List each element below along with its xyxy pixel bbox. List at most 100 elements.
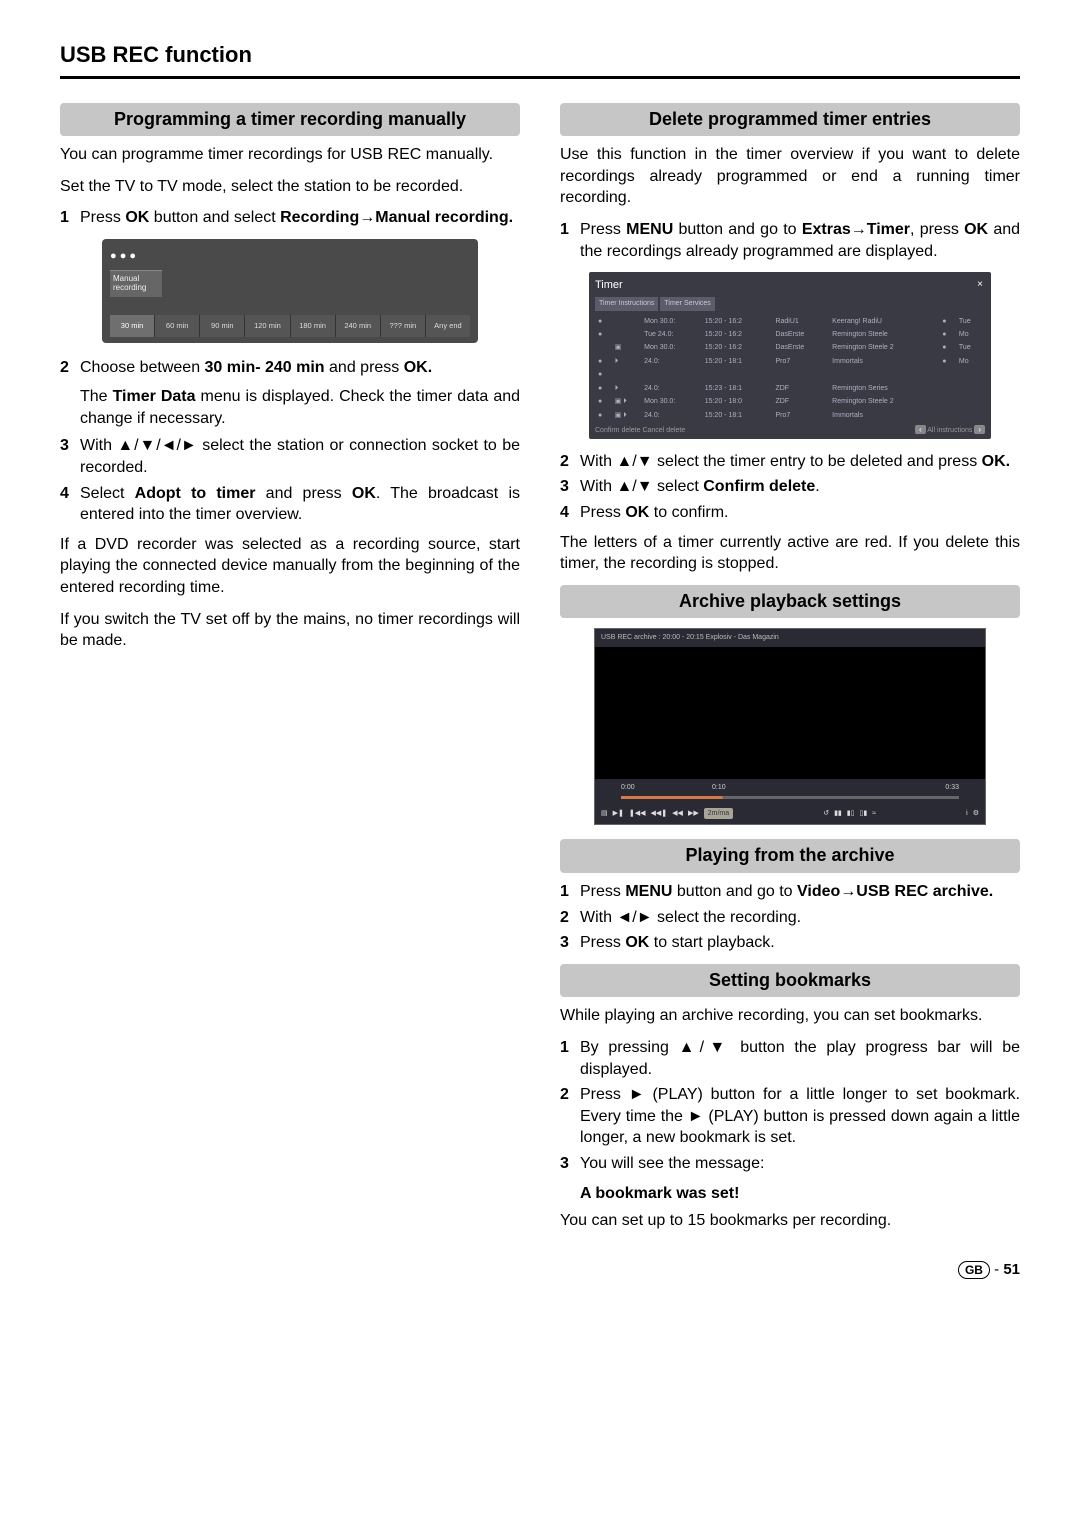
archive-progress-labels: 0:00 0:10 0:33 bbox=[595, 779, 985, 794]
t: and press bbox=[255, 485, 351, 502]
left-step-3: 3 With ▲/▼/◄/► select the station or con… bbox=[60, 435, 520, 478]
right-p2: The letters of a timer currently active … bbox=[560, 532, 1020, 575]
t: Press bbox=[580, 934, 625, 951]
title-rule bbox=[60, 76, 1020, 79]
section-playing-archive: Playing from the archive bbox=[560, 839, 1020, 873]
section-programming: Programming a timer recording manually bbox=[60, 103, 520, 137]
t: 0:00 bbox=[621, 783, 635, 792]
t: Press bbox=[580, 504, 625, 521]
t: Adopt to timer bbox=[135, 485, 256, 502]
t: Manual recording. bbox=[375, 209, 513, 226]
archive-controls: ▤ ▶❚ ❚◀◀ ◀◀❚ ◀◀ ▶▶ 2m/ma ↺ ▮▮ ▮▯ ▯▮ ≈ i … bbox=[595, 805, 985, 824]
prev-icon: ❚◀◀ bbox=[629, 809, 646, 818]
bookmark-steps: 1 By pressing ▲/▼ button the play progre… bbox=[560, 1037, 1020, 1175]
t: 0:10 bbox=[712, 783, 726, 792]
dur-120: 120 min bbox=[245, 315, 290, 337]
left-step-4: 4 Select Adopt to timer and press OK. Th… bbox=[60, 483, 520, 526]
fig-duration-row: 30 min 60 min 90 min 120 min 180 min 240… bbox=[110, 315, 470, 337]
sb-step-3: 3 You will see the message: bbox=[560, 1153, 1020, 1175]
fig-manual-label: Manual recording bbox=[110, 270, 162, 297]
t: Press bbox=[580, 883, 625, 900]
fig-manual-recording: ● ● ● Manual recording 30 min 60 min 90 … bbox=[102, 239, 478, 343]
table-row: ● bbox=[595, 368, 985, 381]
t: OK. bbox=[404, 359, 432, 376]
t: button and select bbox=[149, 209, 280, 226]
list-icon: ▤ bbox=[601, 809, 608, 818]
archive-top: USB REC archive : 20:00 - 20:15 Explosiv… bbox=[595, 629, 985, 646]
t: With ▲/▼ select the timer entry to be de… bbox=[580, 453, 982, 470]
t: Extras bbox=[802, 221, 851, 238]
dur-180: 180 min bbox=[291, 315, 336, 337]
t: Timer Data bbox=[113, 388, 196, 405]
play-icon: ▶❚ bbox=[613, 809, 624, 818]
gear-icon: ⚙ bbox=[973, 809, 979, 818]
dur-30: 30 min bbox=[110, 315, 155, 337]
table-row: ●▣ ⏵24.0:15:20 - 18:1Pro7Immortals bbox=[595, 409, 985, 422]
t: Confirm delete Cancel delete bbox=[595, 426, 685, 435]
t: Press ► (PLAY) button for a little longe… bbox=[580, 1084, 1020, 1149]
t: , press bbox=[910, 221, 964, 238]
t: Recording bbox=[280, 209, 359, 226]
t: Choose between bbox=[80, 359, 205, 376]
t: USB REC archive. bbox=[856, 883, 993, 900]
archive-progress-bar bbox=[621, 796, 959, 799]
left-step-2-sub: The Timer Data menu is displayed. Check … bbox=[80, 386, 520, 429]
t: OK bbox=[625, 934, 649, 951]
dur-60: 60 min bbox=[155, 315, 200, 337]
t: - bbox=[990, 1261, 1003, 1278]
timer-table: ●Mon 30.0:15:20 - 16:2RadiU1Keerang! Rad… bbox=[595, 315, 985, 423]
del-step-3: 3 With ▲/▼ select Confirm delete. bbox=[560, 476, 1020, 498]
dur-240: 240 min bbox=[336, 315, 381, 337]
section-delete: Delete programmed timer entries bbox=[560, 103, 1020, 137]
t: With ▲/▼/◄/► select the station or conne… bbox=[80, 435, 520, 478]
timer-tabs: Timer Instructions Timer Services bbox=[595, 297, 985, 310]
left-step-2: 2 Choose between 30 min- 240 min and pre… bbox=[60, 357, 520, 379]
table-row: ▣Mon 30.0:15:20 - 16:2DasErsteRemington … bbox=[595, 341, 985, 354]
t: A bookmark was set! bbox=[580, 1185, 739, 1202]
sb-step-1: 1 By pressing ▲/▼ button the play progre… bbox=[560, 1037, 1020, 1080]
t: 0:33 bbox=[945, 783, 959, 792]
sb-msg: A bookmark was set! bbox=[580, 1183, 1020, 1205]
timer-title: Timer bbox=[595, 278, 985, 293]
sb-intro: While playing an archive recording, you … bbox=[560, 1005, 1020, 1027]
dur-any: Any end bbox=[426, 315, 470, 337]
del-step-2: 2 With ▲/▼ select the timer entry to be … bbox=[560, 451, 1020, 473]
table-row: ●⏵24.0:15:20 - 18:1Pro7Immortals●Mo bbox=[595, 355, 985, 368]
t: to confirm. bbox=[649, 504, 728, 521]
book-icon: ▮▮ bbox=[834, 809, 842, 818]
arrow-left-icon: ‹ bbox=[915, 425, 926, 434]
section-archive-settings: Archive playback settings bbox=[560, 585, 1020, 619]
right-p1: Use this function in the timer overview … bbox=[560, 144, 1020, 209]
section-bookmarks: Setting bookmarks bbox=[560, 964, 1020, 998]
archive-bottom: 0:00 0:10 0:33 ▤ ▶❚ ❚◀◀ ◀◀❚ ◀◀ ▶▶ 2m/ma … bbox=[595, 779, 985, 825]
t: With ◄/► select the recording. bbox=[580, 907, 1020, 929]
left-intro-1: You can programme timer recordings for U… bbox=[60, 144, 520, 166]
t: → bbox=[359, 209, 375, 226]
t: Press bbox=[580, 221, 626, 238]
table-row: ●Mon 30.0:15:20 - 16:2RadiU1Keerang! Rad… bbox=[595, 315, 985, 328]
page-footer: GB - 51 bbox=[60, 1260, 1020, 1280]
fig-dots: ● ● ● bbox=[110, 249, 470, 264]
left-step-1: 1 Press OK button and select Recording→M… bbox=[60, 207, 520, 229]
del-icon: ▯▮ bbox=[860, 809, 868, 818]
t: OK bbox=[625, 504, 649, 521]
t: Confirm delete bbox=[703, 478, 815, 495]
t: OK. bbox=[982, 453, 1010, 470]
table-row: ●▣ ⏵Mon 30.0:15:20 - 18:0ZDFRemington St… bbox=[595, 395, 985, 408]
left-steps-2: 2 Choose between 30 min- 240 min and pre… bbox=[60, 357, 520, 379]
tab-instructions: Timer Instructions bbox=[595, 297, 658, 310]
close-icon: × bbox=[977, 278, 983, 292]
fwd-icon: ◀◀ bbox=[672, 809, 683, 818]
del-step-4: 4 Press OK to confirm. bbox=[560, 502, 1020, 524]
left-steps-3: 3 With ▲/▼/◄/► select the station or con… bbox=[60, 435, 520, 525]
t: to start playback. bbox=[649, 934, 774, 951]
fig-archive-playback: USB REC archive : 20:00 - 20:15 Explosiv… bbox=[594, 628, 986, 825]
archive-btn: 2m/ma bbox=[704, 808, 733, 819]
play-step-3: 3 Press OK to start playback. bbox=[560, 932, 1020, 954]
play-step-2: 2 With ◄/► select the recording. bbox=[560, 907, 1020, 929]
table-row: ●Tue 24.0:15:20 - 16:2DasErsteRemington … bbox=[595, 328, 985, 341]
t: . bbox=[815, 478, 819, 495]
fig-timer-overview: × Timer Timer Instructions Timer Service… bbox=[589, 272, 991, 439]
t: OK bbox=[352, 485, 376, 502]
left-steps: 1 Press OK button and select Recording→M… bbox=[60, 207, 520, 229]
